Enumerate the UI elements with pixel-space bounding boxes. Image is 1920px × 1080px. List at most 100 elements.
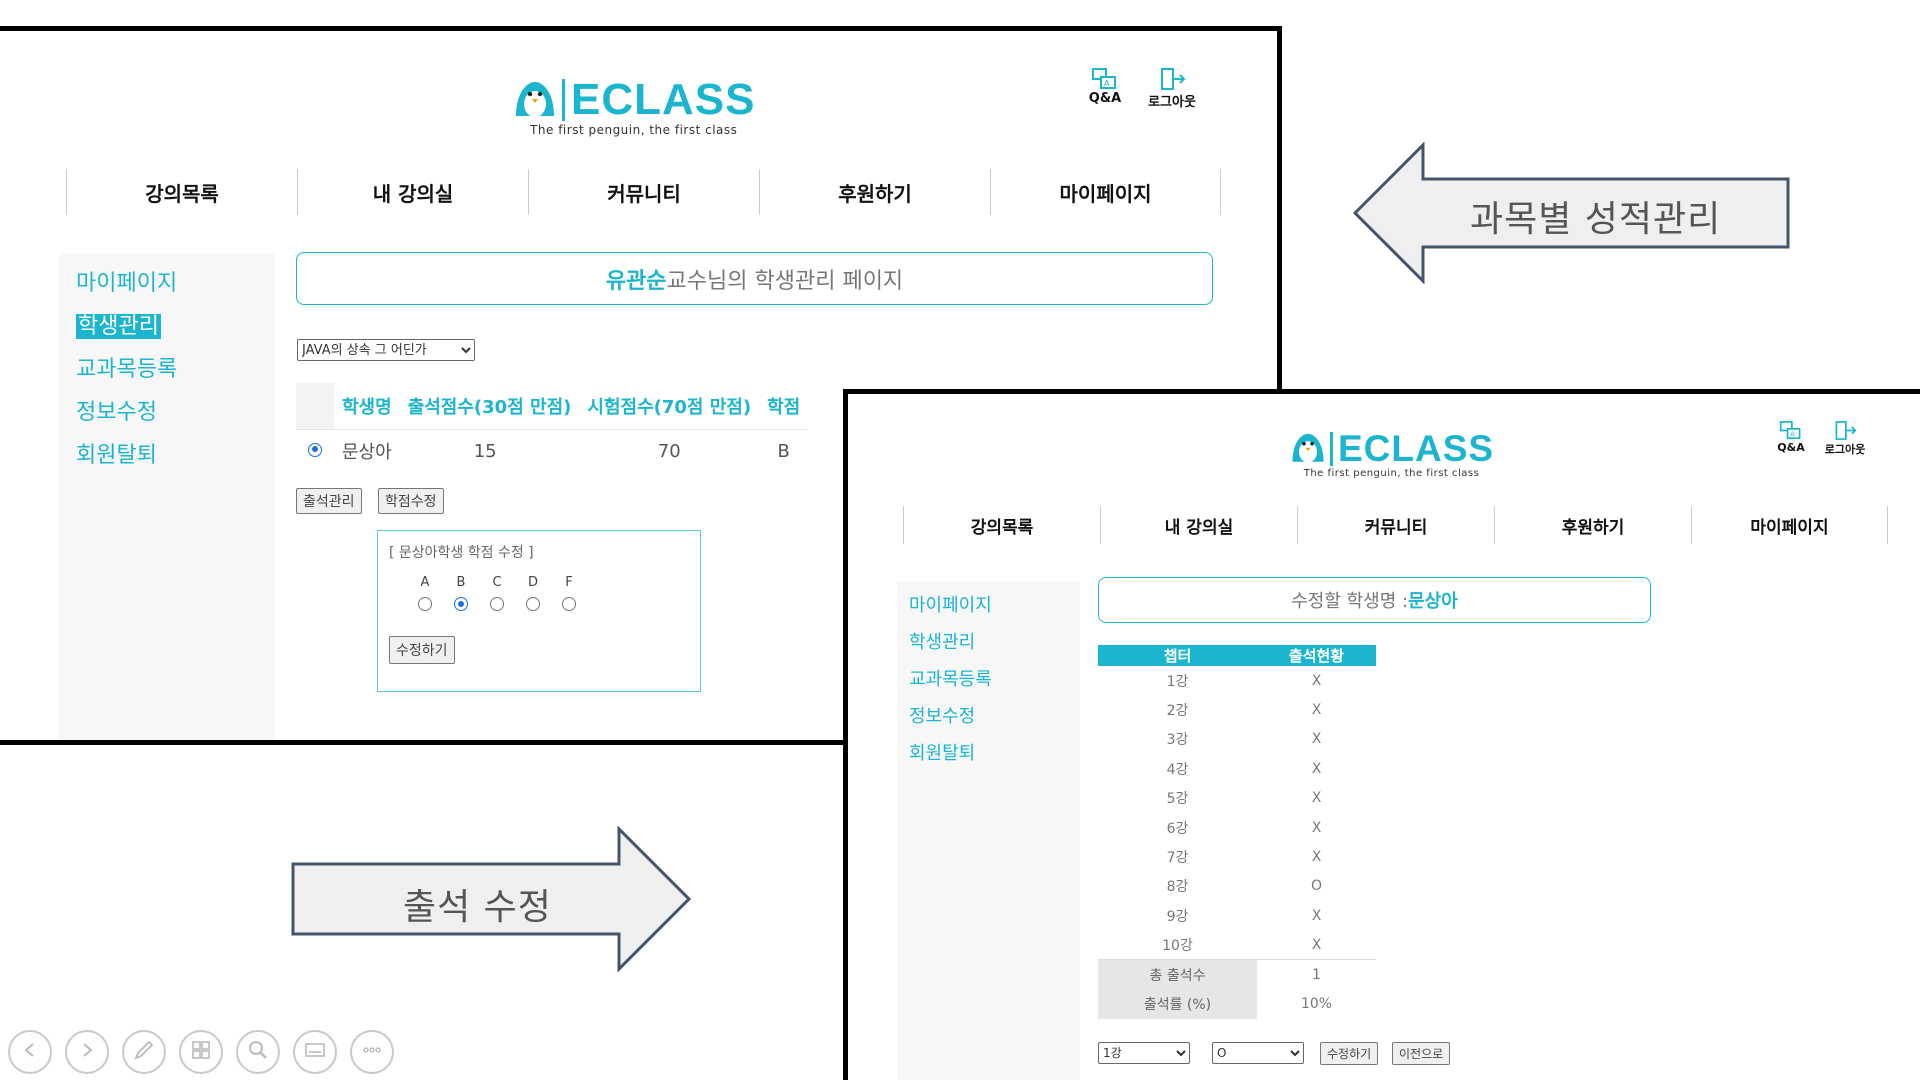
attendance-cell: X — [1311, 672, 1322, 689]
attendance-status-select[interactable]: O — [1212, 1042, 1304, 1064]
pen-button[interactable] — [122, 1030, 166, 1074]
eclass-logo[interactable]: ECLASS The first penguin, the first clas… — [512, 75, 755, 137]
grade-table: 학생명 출석점수(30점 만점) 시험점수(70점 만점) 학점 문상아 15 … — [296, 383, 809, 473]
sidebar-item-course-registration[interactable]: 교과목등록 — [76, 351, 275, 394]
attendance-cell: X — [1311, 849, 1322, 866]
grade-option-b[interactable]: B — [443, 575, 479, 615]
logo-text: ECLASS — [571, 75, 756, 124]
total-row: 총 출석수 1 — [1098, 959, 1376, 990]
attendance-cell: O — [1310, 878, 1323, 895]
student-name: 문상아 — [342, 442, 392, 464]
grade-radio-d[interactable] — [526, 597, 540, 611]
grade-option-d[interactable]: D — [515, 575, 551, 615]
column-header: 학생명 — [334, 383, 400, 430]
table-row[interactable]: 문상아 15 70 B — [296, 429, 808, 473]
chapter-cell: 6강 — [1166, 820, 1189, 837]
sidebar-item-edit-info[interactable]: 정보수정 — [909, 702, 1080, 739]
chapter-cell: 7강 — [1166, 850, 1189, 867]
logo-text: ECLASS — [1338, 428, 1495, 469]
table-row: 3강 X — [1098, 725, 1376, 754]
grade-radio-a[interactable] — [418, 597, 432, 611]
attendance-submit-button[interactable]: 수정하기 — [1320, 1042, 1379, 1065]
attendance-management-button[interactable]: 출석관리 — [296, 488, 362, 514]
table-row: 9강 X — [1098, 901, 1376, 930]
logout-button[interactable]: 로그아웃 — [1140, 67, 1204, 110]
eclass-logo[interactable]: ECLASS The first penguin, the first clas… — [1289, 428, 1494, 479]
page-title: 수정할 학생명 : 문상아 — [1098, 577, 1651, 623]
chapter-cell: 4강 — [1166, 761, 1189, 778]
grade-value: B — [777, 440, 790, 462]
column-header: 출석현황 — [1257, 645, 1376, 666]
grade-radio-c[interactable] — [490, 597, 504, 611]
table-row: 5강 X — [1098, 784, 1376, 813]
sidebar-item-withdraw[interactable]: 회원탈퇴 — [909, 739, 1080, 776]
nav-course-list[interactable]: 강의목록 — [903, 506, 1100, 544]
sidebar-item-edit-info[interactable]: 정보수정 — [76, 394, 275, 437]
grade-edit-button[interactable]: 학점수정 — [378, 488, 444, 514]
course-select[interactable]: JAVA의 상속 그 어딘가 — [297, 339, 475, 361]
back-button[interactable]: 이전으로 — [1392, 1042, 1451, 1065]
nav-my-page[interactable]: 마이페이지 — [1691, 506, 1888, 544]
table-row: 6강 X — [1098, 813, 1376, 842]
subtitle-icon — [304, 1039, 326, 1065]
chapter-select[interactable]: 1강 — [1098, 1042, 1190, 1064]
prev-icon — [22, 1042, 38, 1062]
logout-button[interactable]: 로그아웃 — [1818, 420, 1872, 457]
sidebar-item-mypage[interactable]: 마이페이지 — [909, 591, 1080, 628]
nav-my-classroom[interactable]: 내 강의실 — [1100, 506, 1297, 544]
sidebar-item-student-management[interactable]: 학생관리 — [909, 628, 1080, 665]
chapter-cell: 5강 — [1166, 791, 1189, 808]
page-title: 유관순 교수님의 학생관리 페이지 — [296, 252, 1213, 305]
grade-option-c[interactable]: C — [479, 575, 515, 615]
qa-button[interactable]: A Q&A — [1776, 420, 1806, 457]
logout-icon — [1833, 420, 1857, 441]
table-row: 2강 X — [1098, 695, 1376, 724]
more-button[interactable] — [350, 1030, 394, 1074]
nav-my-page[interactable]: 마이페이지 — [990, 169, 1221, 215]
nav-course-list[interactable]: 강의목록 — [66, 169, 297, 215]
attendance-edit-screen: ECLASS The first penguin, the first clas… — [843, 389, 1920, 1080]
next-button[interactable] — [65, 1030, 109, 1074]
nav-community[interactable]: 커뮤니티 — [1297, 506, 1494, 544]
sidebar-item-withdraw[interactable]: 회원탈퇴 — [76, 437, 275, 480]
column-header: 학점 — [759, 383, 809, 430]
table-row: 10강 X — [1098, 931, 1376, 960]
slides-button[interactable] — [179, 1030, 223, 1074]
qa-button[interactable]: A Q&A — [1088, 67, 1122, 110]
logo-tagline: The first penguin, the first class — [530, 123, 738, 137]
attendance-cell: X — [1311, 702, 1322, 719]
total-value: 1 — [1257, 959, 1376, 990]
penguin-icon — [512, 76, 558, 124]
page-title-suffix: 교수님의 학생관리 페이지 — [666, 268, 904, 294]
row-radio[interactable] — [308, 442, 322, 457]
row-select[interactable] — [296, 429, 334, 473]
student-name: 문상아 — [1408, 591, 1458, 612]
sidebar-item-course-registration[interactable]: 교과목등록 — [909, 665, 1080, 702]
table-header-row: 챕터 출석현황 — [1098, 645, 1376, 666]
sidebar-item-mypage[interactable]: 마이페이지 — [76, 265, 275, 308]
nav-donate[interactable]: 후원하기 — [1494, 506, 1691, 544]
grade-option-a[interactable]: A — [407, 575, 443, 615]
prev-button[interactable] — [8, 1030, 52, 1074]
zoom-icon — [247, 1039, 269, 1065]
more-icon — [361, 1039, 383, 1065]
qa-icon: A — [1091, 67, 1119, 91]
nav-my-classroom[interactable]: 내 강의실 — [297, 169, 528, 215]
grade-radio-f[interactable] — [562, 597, 576, 611]
pen-icon — [133, 1039, 155, 1065]
grade-option-f[interactable]: F — [551, 575, 587, 615]
grade-radio-b[interactable] — [454, 597, 468, 611]
subtitle-button[interactable] — [293, 1030, 337, 1074]
sidebar-item-student-management[interactable]: 학생관리 — [76, 308, 275, 351]
zoom-button[interactable] — [236, 1030, 280, 1074]
main-nav: 강의목록 내 강의실 커뮤니티 후원하기 마이페이지 — [903, 506, 1888, 544]
attendance-cell: X — [1311, 936, 1322, 953]
column-header: 출석점수(30점 만점) — [399, 383, 580, 430]
table-row: 7강 X — [1098, 842, 1376, 871]
nav-donate[interactable]: 후원하기 — [759, 169, 990, 215]
nav-community[interactable]: 커뮤니티 — [528, 169, 759, 215]
attendance-table: 챕터 출석현황 1강 X 2강 X 3강 X 4강 X 5강 X 6강 X 7강 X 8강 O … — [1098, 645, 1376, 1019]
grade-submit-button[interactable]: 수정하기 — [389, 636, 455, 664]
column-header: 시험점수(70점 만점) — [579, 383, 760, 430]
chapter-cell: 3강 — [1166, 732, 1189, 749]
